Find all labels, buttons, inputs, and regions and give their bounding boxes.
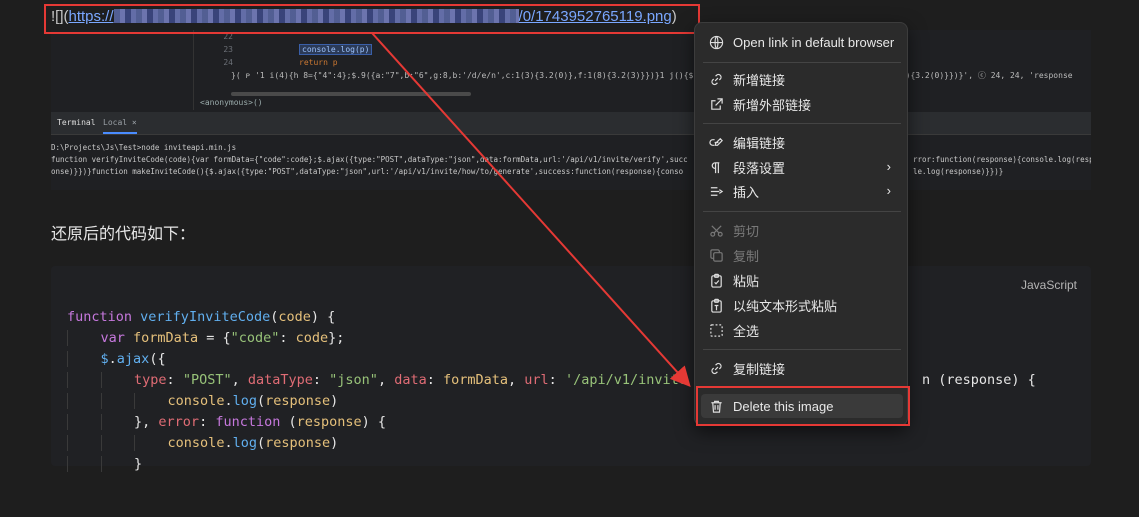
terminal-line: D:\Projects\Js\Test>node inviteapi.min.j… [51, 143, 237, 152]
annotation-box-link [44, 4, 700, 34]
code-line: } [67, 454, 687, 475]
ide-editor: 22 23 24 console.log(p) return p }( ᴘ '1… [51, 30, 1091, 110]
code-language-label: JavaScript [1020, 278, 1077, 292]
menu-item-label: 编辑链接 [733, 135, 786, 151]
terminal-output: D:\Projects\Js\Test>node inviteapi.min.j… [51, 142, 688, 178]
ide-screenshot-image: 22 23 24 console.log(p) return p }( ᴘ '1… [51, 30, 1091, 190]
chevron-right-icon: › [886, 183, 891, 198]
link-icon [708, 360, 724, 376]
annotation-box-delete [696, 386, 910, 426]
clipboard-icon [708, 272, 724, 288]
menu-item-copy-link[interactable]: 复制链接 [701, 356, 903, 380]
menu-item-label: 以纯文本形式粘贴 [733, 298, 838, 314]
editor-divider [193, 30, 194, 110]
edit-link-icon [708, 134, 724, 150]
code-line-tail: n (response) { [922, 372, 1036, 388]
menu-separator [703, 123, 901, 124]
terminal-line: onse)}})}function makeInviteCode(){$.aja… [51, 167, 684, 176]
code-line: }( ᴘ '1 i(4){h 8={"4":4};$.9({a:"7",b:"6… [231, 71, 708, 80]
code-line: $.ajax({ [67, 349, 687, 370]
menu-item-copy[interactable]: 复制 [701, 243, 903, 267]
menu-item-paste-plain-text[interactable]: 以纯文本形式粘贴 [701, 293, 903, 317]
code-line-right: (0){3.2(0)}})}', ⓒ 24, 24, 'response [896, 71, 1073, 80]
editor-code: console.log(p) return p }( ᴘ '1 i(4){h 8… [231, 30, 1073, 82]
menu-item-label: 复制链接 [733, 361, 786, 377]
code-content[interactable]: function verifyInviteCode(code) { var fo… [67, 286, 1036, 517]
code-line: console.log(response) [67, 391, 687, 412]
menu-item-label: 段落设置 [733, 160, 786, 176]
menu-item-select-all[interactable]: 全选 [701, 318, 903, 342]
external-link-icon [708, 96, 724, 112]
highlighted-code: console.log(p) [299, 44, 373, 55]
menu-item-label: 新增外部链接 [733, 97, 812, 113]
menu-item-open-in-browser[interactable]: Open link in default browser [701, 30, 903, 54]
menu-item-label: 剪切 [733, 223, 760, 239]
code-line: console.log(response) [67, 433, 687, 454]
code-block[interactable]: JavaScript function verifyInviteCode(cod… [51, 266, 1091, 472]
paste-plain-icon [708, 297, 724, 313]
menu-item-paragraph-settings[interactable]: 段落设置 › [701, 155, 903, 179]
tab-local: Local × [103, 118, 137, 134]
code-line: function verifyInviteCode(code) { [67, 309, 336, 325]
menu-item-paste[interactable]: 粘贴 [701, 268, 903, 292]
select-all-icon [708, 322, 724, 338]
menu-item-add-external-link[interactable]: 新增外部链接 [701, 92, 903, 116]
scissors-icon [708, 222, 724, 238]
menu-item-label: 全选 [733, 323, 760, 339]
tab-terminal: Terminal [57, 118, 96, 127]
menu-separator [703, 211, 901, 212]
menu-item-cut[interactable]: 剪切 [701, 218, 903, 242]
menu-item-add-link[interactable]: 新增链接 [701, 67, 903, 91]
menu-item-label: 新增链接 [733, 72, 786, 88]
menu-item-label: 插入 [733, 184, 760, 200]
line-number: 24 [223, 58, 233, 67]
terminal-tabbar: Terminal Local × [51, 112, 1091, 135]
section-heading: 还原后的代码如下： [51, 226, 196, 243]
menu-item-label: Open link in default browser [733, 34, 895, 50]
globe-icon [708, 34, 724, 50]
editor-breadcrumb: <anonymous>() [200, 98, 263, 107]
code-line: var formData = {"code": code}; [67, 328, 687, 349]
menu-item-edit-link[interactable]: 编辑链接 [701, 130, 903, 154]
code-line: }, error: function (response) { [67, 412, 687, 433]
menu-item-label: 复制 [733, 248, 760, 264]
context-menu: Open link in default browser 新增链接 新增外部链接… [694, 22, 908, 426]
terminal-line: le.log(response)}})} [913, 167, 1004, 176]
menu-item-label: 粘贴 [733, 273, 760, 289]
code-line: return p [299, 58, 338, 67]
menu-separator [703, 349, 901, 350]
chevron-right-icon: › [886, 159, 891, 174]
code-line: type: "POST", dataType: "json", data: fo… [67, 370, 1036, 391]
terminal-line: rror:function(response){console.log(resp [913, 155, 1091, 164]
terminal-line: function verifyInviteCode(code){var form… [51, 155, 688, 164]
terminal-output-right: rror:function(response){console.log(resp… [913, 154, 1091, 178]
pilcrow-icon [708, 159, 724, 175]
line-number: 23 [223, 45, 233, 54]
editor-scrollbar [231, 92, 471, 96]
insert-icon [708, 183, 724, 199]
menu-separator [703, 62, 901, 63]
menu-item-insert[interactable]: 插入 › [701, 179, 903, 203]
link-icon [708, 71, 724, 87]
copy-icon [708, 247, 724, 263]
